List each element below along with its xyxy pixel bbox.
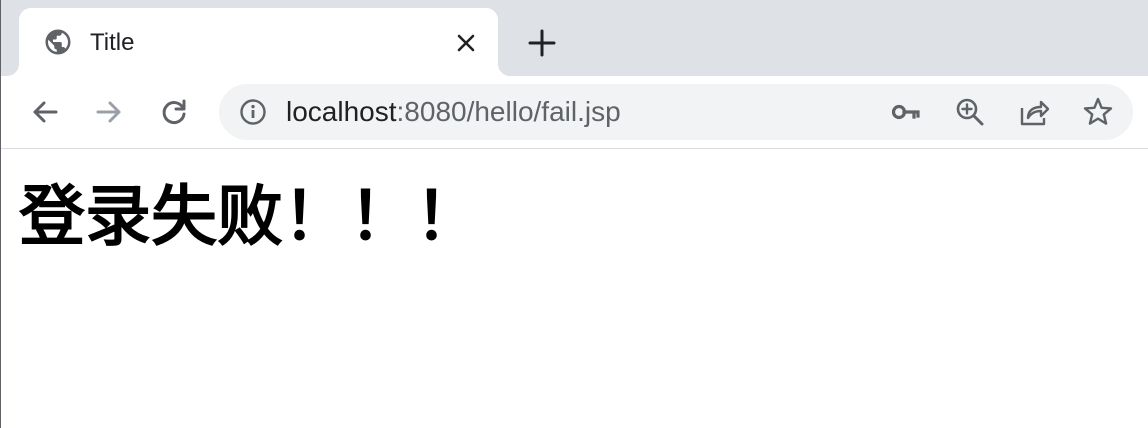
reload-icon[interactable] (154, 92, 194, 132)
key-icon[interactable] (890, 96, 922, 128)
tab-strip: Title (1, 0, 1148, 76)
star-icon[interactable] (1082, 96, 1114, 128)
address-bar[interactable]: localhost:8080/hello/fail.jsp (219, 84, 1133, 140)
info-icon[interactable] (239, 98, 267, 126)
toolbar: localhost:8080/hello/fail.jsp (1, 76, 1148, 149)
url-text[interactable]: localhost:8080/hello/fail.jsp (286, 96, 621, 128)
tab-active[interactable]: Title (19, 8, 498, 76)
back-arrow-icon[interactable] (25, 92, 65, 132)
tab-title: Title (90, 29, 135, 56)
url-host: localhost (286, 96, 397, 127)
forward-arrow-icon[interactable] (89, 92, 129, 132)
page-content: 登录失败！！！ (1, 149, 1148, 428)
close-icon[interactable] (452, 29, 480, 57)
browser-window: Title localhost:8080/hello/fail.jsp 登录失败… (0, 0, 1148, 428)
share-icon[interactable] (1018, 96, 1050, 128)
zoom-in-icon[interactable] (954, 96, 986, 128)
url-path: :8080/hello/fail.jsp (396, 96, 621, 127)
page-heading: 登录失败！！！ (19, 178, 481, 255)
globe-icon (43, 27, 73, 57)
new-tab-icon[interactable] (525, 26, 559, 60)
